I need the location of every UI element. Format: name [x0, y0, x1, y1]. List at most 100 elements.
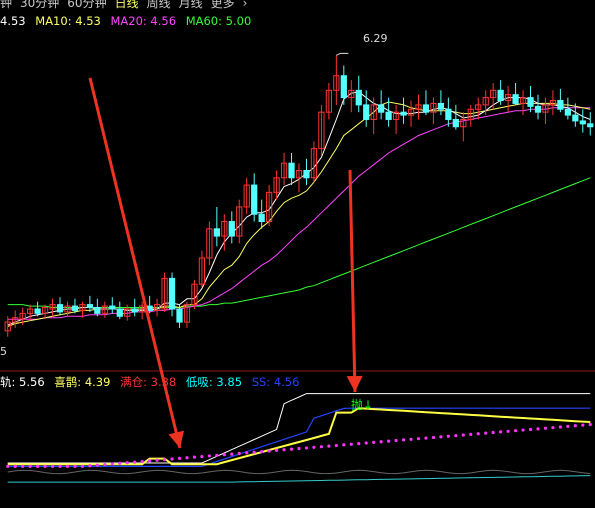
magenta-dot	[551, 425, 555, 430]
magenta-dot	[319, 445, 324, 449]
magenta-dot	[588, 422, 592, 427]
candle-body	[579, 120, 586, 125]
magenta-dot	[327, 444, 331, 448]
candle-body	[213, 228, 220, 237]
candle-body	[340, 75, 347, 99]
magenta-dot	[491, 430, 495, 435]
candle-body	[168, 277, 176, 310]
magenta-dot	[207, 454, 211, 458]
period-tab[interactable]: 月线	[179, 0, 203, 10]
magenta-dot	[499, 430, 503, 434]
magenta-dot	[558, 425, 562, 429]
candle-body	[557, 100, 564, 110]
candle-body	[445, 108, 452, 120]
magenta-dot	[103, 462, 107, 467]
magenta-dot	[387, 439, 391, 443]
magenta-dot	[513, 429, 518, 433]
magenta-dot	[536, 427, 540, 431]
magenta-dot	[95, 463, 99, 467]
magenta-dot	[267, 449, 271, 453]
magenta-dot	[282, 448, 286, 452]
xique-value: 喜鹊: 4.39	[54, 375, 111, 389]
magenta-dot	[148, 459, 152, 463]
ma-legend: 4.53 MA10: 4.53 MA20: 4.56 MA60: 5.00	[0, 14, 257, 28]
magenta-dot	[43, 464, 47, 468]
magenta-dot	[506, 429, 510, 433]
magenta-dot	[334, 443, 338, 448]
magenta-dot	[357, 442, 361, 446]
kline-chart[interactable]	[0, 0, 595, 508]
candle-body	[363, 104, 370, 120]
magenta-dot	[476, 432, 480, 436]
magenta-dot	[446, 434, 450, 438]
magenta-dot	[162, 458, 167, 462]
magenta-dot	[88, 464, 92, 468]
ss-value: SS: 4.56	[251, 375, 300, 389]
period-toolbar: 钟 30分钟 60分钟 日线 周线 月线 更多 ›	[0, 0, 255, 10]
magenta-dot	[252, 450, 256, 454]
magenta-dot	[170, 457, 174, 461]
candle-body	[228, 221, 235, 237]
magenta-dot	[342, 443, 346, 447]
magenta-dot	[260, 450, 264, 454]
magenta-dot	[401, 438, 406, 442]
magenta-dot	[521, 428, 525, 432]
candle-body	[176, 308, 183, 323]
candle-body	[94, 307, 101, 314]
magenta-dot	[349, 442, 353, 446]
magenta-dot	[21, 464, 25, 468]
period-tab[interactable]: 周线	[147, 0, 171, 10]
magenta-dot	[528, 427, 533, 432]
candle-body	[116, 308, 123, 317]
ma60-value: MA60: 5.00	[185, 14, 252, 28]
ma10-value: MA10: 4.53	[35, 14, 101, 28]
magenta-dot	[543, 426, 548, 430]
magenta-dot	[13, 464, 17, 468]
magenta-dot	[65, 464, 70, 468]
magenta-dot	[573, 424, 577, 428]
candle-body	[251, 184, 258, 215]
candle-body	[71, 305, 79, 311]
candle-body	[497, 89, 504, 102]
candle-body	[400, 111, 407, 116]
magenta-dot	[125, 461, 129, 465]
magenta-dot	[312, 445, 316, 449]
guidao-value: 轨: 5.56	[0, 375, 45, 389]
magenta-dot	[274, 448, 279, 452]
magenta-dot	[394, 438, 398, 443]
magenta-dot	[237, 451, 241, 456]
candle-body	[109, 305, 116, 310]
ma20-value: MA20: 4.56	[110, 14, 177, 28]
low-price-label: 5	[0, 345, 7, 358]
magenta-dot	[222, 453, 226, 457]
magenta-dot	[28, 464, 32, 468]
magenta-dot	[416, 437, 421, 441]
magenta-dot	[133, 460, 137, 464]
magenta-dot	[58, 464, 62, 468]
candle-body	[512, 94, 519, 104]
candle-body	[587, 123, 594, 128]
magenta-dot	[484, 431, 488, 435]
chart-background	[0, 0, 595, 508]
period-tab[interactable]: 30分钟	[20, 0, 59, 10]
mancang-value: 满仓: 3.38	[120, 375, 177, 389]
magenta-dot	[379, 440, 383, 444]
magenta-dot	[118, 461, 122, 465]
period-tab[interactable]: 60分钟	[67, 0, 106, 10]
candle-body	[572, 114, 579, 122]
magenta-dot	[431, 435, 436, 440]
magenta-dot	[200, 454, 204, 459]
magenta-dot	[110, 462, 114, 466]
period-tab[interactable]: ›	[243, 0, 248, 10]
candle-body	[564, 108, 571, 116]
period-tab[interactable]: 更多	[211, 0, 235, 10]
candle-body	[288, 162, 295, 179]
candle-body	[385, 111, 392, 120]
magenta-dot	[289, 447, 294, 451]
magenta-dot	[185, 456, 189, 460]
period-tab[interactable]: 钟	[0, 0, 12, 10]
magenta-dot	[409, 437, 413, 441]
candle-body	[56, 304, 64, 313]
magenta-dot	[230, 452, 234, 456]
period-tab[interactable]: 日线	[115, 0, 139, 10]
